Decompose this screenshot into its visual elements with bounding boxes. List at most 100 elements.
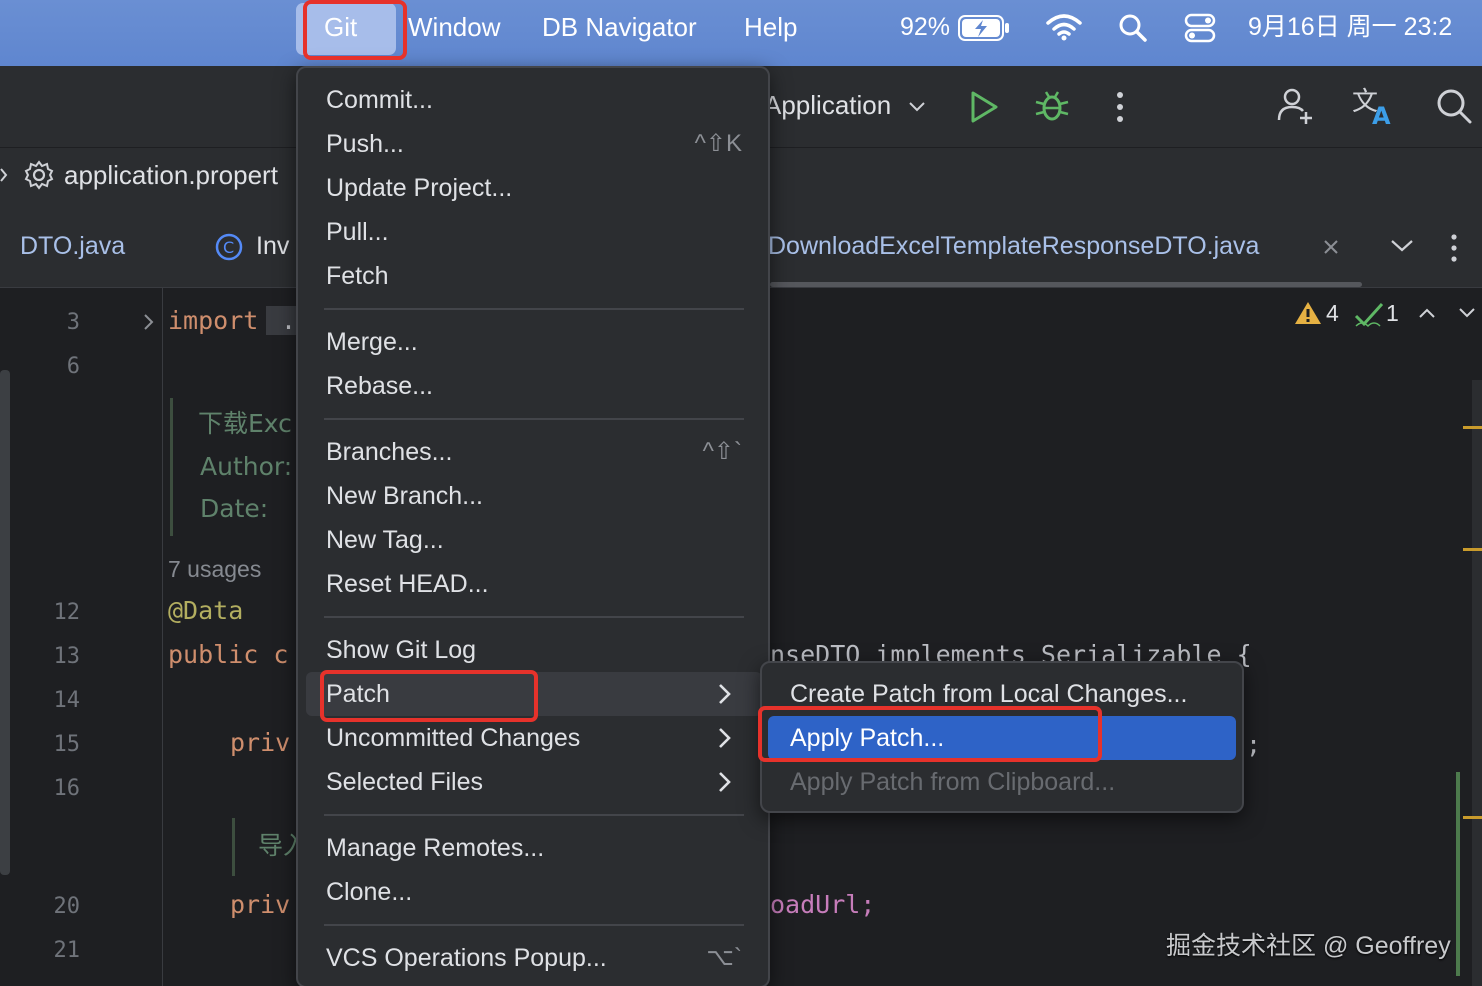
doc-author: Author: [200,452,293,481]
git-highlight-box [303,0,407,60]
menu-item-clone[interactable]: Clone... [306,870,762,914]
spotlight-search-icon[interactable] [1118,13,1148,43]
debug-icon[interactable] [1034,88,1070,124]
active-tab-indicator [770,282,1362,287]
menu-item-commit[interactable]: Commit... [306,78,762,122]
chevron-up-icon[interactable] [1418,306,1436,320]
submenu-arrow-icon [719,772,731,792]
menu-item-label: Rebase... [326,372,434,400]
warning-count[interactable]: 4 [1326,300,1339,327]
menu-item-uncommitted-changes[interactable]: Uncommitted Changes [306,716,762,760]
warning-icon[interactable] [1294,300,1322,326]
menu-item-fetch[interactable]: Fetch [306,254,762,298]
chevron-right-icon [0,168,8,182]
tab-more-icon[interactable] [1448,232,1460,264]
menu-item-label: Reset HEAD... [326,570,489,598]
menu-item-label: Merge... [326,328,418,356]
breadcrumb-file[interactable]: application.propert [64,160,278,191]
line-number: 6 [66,354,80,379]
usages-hint[interactable]: 7 usages [168,556,261,583]
menu-item-rebase[interactable]: Rebase... [306,364,762,408]
menu-item-label: New Tag... [326,526,444,554]
chevron-down-icon[interactable] [908,100,926,114]
field-name-tail: oadUrl; [770,890,876,919]
menu-item-push[interactable]: Push... ^⇧K [306,122,762,166]
class-icon: C [215,233,243,261]
menubar-clock[interactable]: 9月16日 周一 23:2 [1248,10,1452,44]
warning-marker[interactable] [1463,426,1482,429]
menu-item-pull[interactable]: Pull... [306,210,762,254]
svg-text:C: C [223,238,234,257]
menu-db-navigator[interactable]: DB Navigator [542,10,697,44]
search-everywhere-icon[interactable] [1436,88,1472,124]
menu-item-new-tag[interactable]: New Tag... [306,518,762,562]
close-tab-icon[interactable] [1322,238,1340,256]
tab-download-excel-template[interactable]: DownloadExcelTemplateResponseDTO.java [768,232,1259,261]
tab-dto[interactable]: DTO.java [20,232,125,261]
menu-item-new-branch[interactable]: New Branch... [306,474,762,518]
chevron-down-icon[interactable] [1458,306,1476,320]
menu-item-label: Commit... [326,86,433,114]
submenu-arrow-icon [719,684,731,704]
menu-item-label: Show Git Log [326,636,477,664]
watermark: 掘金技术社区 @ Geoffrey [1166,932,1451,960]
menu-item-selected-files[interactable]: Selected Files [306,760,762,804]
private-field: priv [230,728,291,757]
run-icon[interactable] [968,90,1000,124]
doc-title: 下载Exc [198,409,292,438]
gutter-divider [162,288,163,986]
settings-gear-icon [24,160,54,190]
run-config-label[interactable]: Application [764,90,891,121]
left-scrollbar[interactable] [0,370,10,875]
git-menu: Commit... Push... ^⇧K Update Project... P… [296,66,770,986]
wifi-icon[interactable] [1046,12,1082,42]
menu-help[interactable]: Help [744,10,797,44]
menu-item-label: Manage Remotes... [326,834,545,862]
menu-item-label: Update Project... [326,174,513,202]
menu-item-label: Fetch [326,262,389,290]
warning-marker[interactable] [1463,816,1482,819]
change-marker [1456,772,1460,976]
tab-list-chevron-icon[interactable] [1390,238,1414,254]
menu-item-vcs-operations-popup[interactable]: VCS Operations Popup... ⌥` [306,936,762,980]
battery-icon[interactable] [958,15,1010,41]
menu-item-label: Pull... [326,218,389,246]
submenu-arrow-icon [719,728,731,748]
statement-semicolon: ; [1246,730,1262,759]
class-declaration: public c [168,640,289,669]
menu-item-merge[interactable]: Merge... [306,320,762,364]
ok-count[interactable]: 1 [1386,300,1399,327]
submenu-item-label: Apply Patch from Clipboard... [790,768,1116,796]
shortcut-hint: ^⇧K [694,130,742,157]
menu-item-label: Push... [326,130,404,158]
apply-patch-highlight-box [758,706,1102,762]
private-field: priv [230,890,291,919]
menu-separator [324,418,744,420]
check-icon[interactable] [1354,300,1384,328]
patch-highlight-box [320,670,538,722]
tab-inv[interactable]: Inv [256,232,289,261]
menu-item-show-git-log[interactable]: Show Git Log [306,628,762,672]
line-number: 16 [53,776,81,801]
right-scrollbar[interactable] [1472,380,1482,986]
battery-percent: 92% [900,13,951,41]
submenu-item-apply-patch-clipboard: Apply Patch from Clipboard... [768,760,1236,804]
menu-item-reset-head[interactable]: Reset HEAD... [306,562,762,606]
menu-item-manage-remotes[interactable]: Manage Remotes... [306,826,762,870]
menu-item-branches[interactable]: Branches... ^⇧` [306,430,762,474]
line-number: 21 [53,938,81,963]
more-actions-icon[interactable] [1114,90,1126,124]
control-center-icon[interactable] [1184,12,1216,44]
svg-text:A: A [1372,102,1391,126]
line-number: 14 [53,688,81,713]
menu-item-update-project[interactable]: Update Project... [306,166,762,210]
menu-item-label: Selected Files [326,768,484,796]
add-user-icon[interactable] [1276,86,1316,126]
translate-icon[interactable]: 文 A [1352,86,1396,126]
doc-date: Date: [200,494,269,523]
line-number: 12 [53,600,81,625]
warning-marker[interactable] [1463,548,1482,551]
import-folded[interactable]: . [266,306,297,335]
menu-window[interactable]: Window [408,10,500,44]
fold-chevron-icon[interactable] [142,312,156,332]
